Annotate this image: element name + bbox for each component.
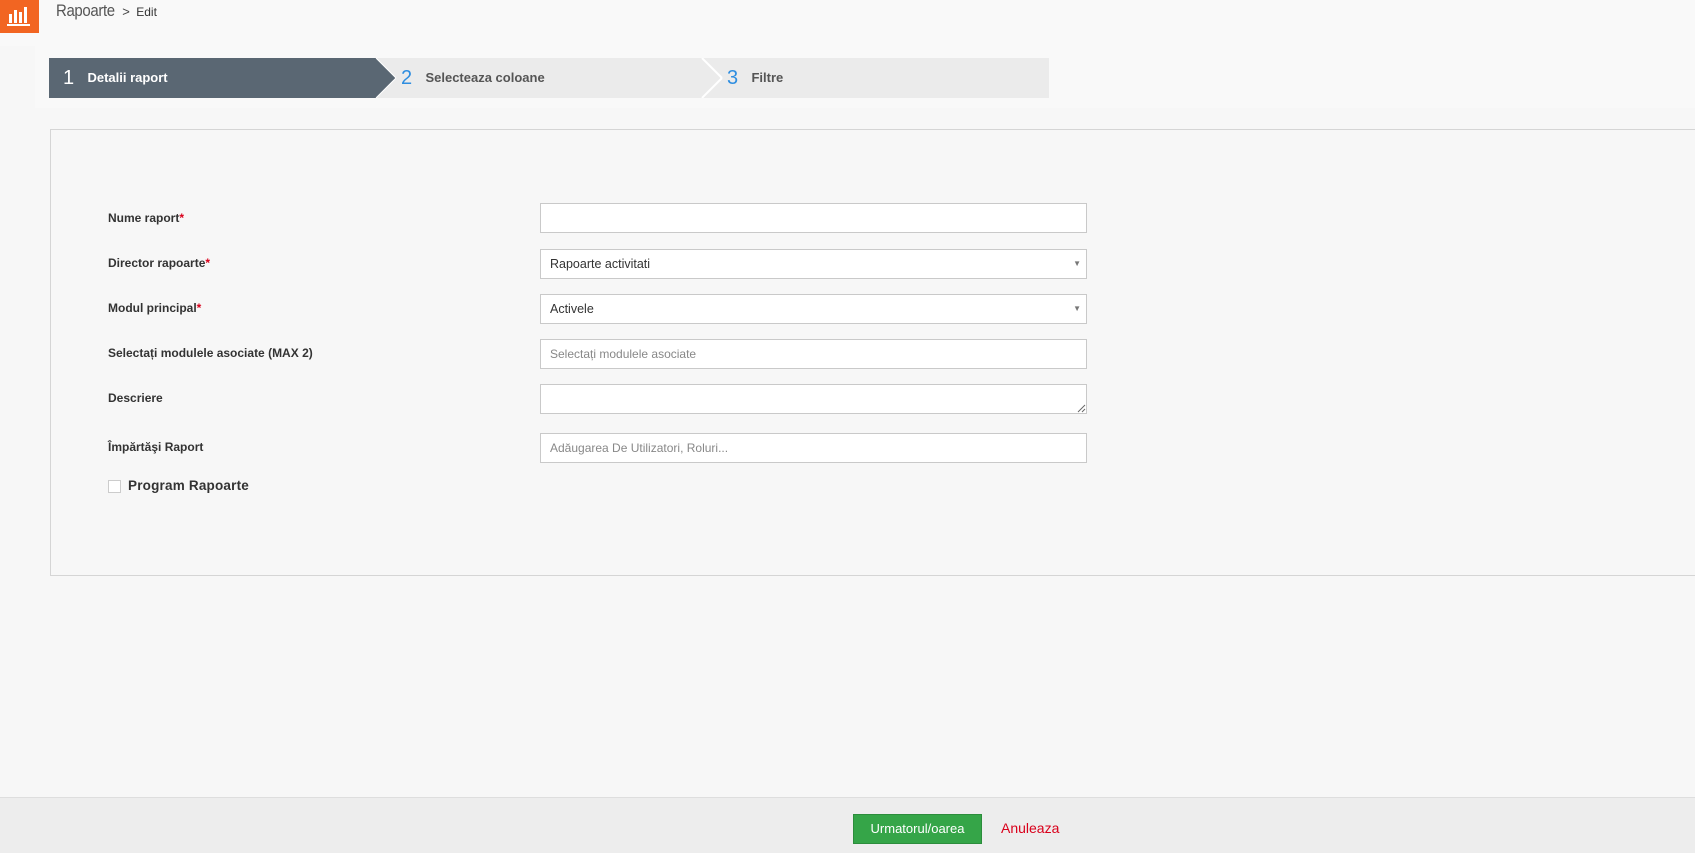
reports-app-button[interactable] (0, 0, 39, 33)
description-textarea[interactable] (540, 384, 1087, 414)
dropdown-arrow-icon: ▼ (1073, 259, 1081, 268)
step-label: Selecteaza coloane (425, 70, 545, 85)
report-details-panel: Nume raport* Director rapoarte* Rapoarte… (50, 129, 1695, 576)
step-number: 3 (727, 67, 739, 89)
primary-module-label: Modul principal* (108, 301, 201, 315)
step-filters[interactable]: 3 Filtre (727, 58, 783, 98)
description-wrapper (540, 384, 1087, 414)
primary-module-value: Activele (550, 302, 594, 316)
required-marker: * (196, 301, 202, 315)
breadcrumb-current: Edit (136, 5, 157, 19)
report-name-label-text: Nume raport (108, 211, 180, 225)
breadcrumb-module-link[interactable]: Rapoarte (56, 0, 115, 22)
primary-module-label-text: Modul principal (108, 301, 197, 315)
cancel-link[interactable]: Anuleaza (1001, 814, 1059, 844)
wizard-steps-background (49, 58, 1049, 98)
report-folder-label-text: Director rapoarte (108, 256, 206, 270)
report-name-input[interactable] (540, 203, 1087, 233)
description-label: Descriere (108, 391, 163, 405)
share-report-label: Împărtăşi Raport (108, 440, 204, 454)
dropdown-arrow-icon: ▼ (1073, 304, 1081, 313)
required-marker: * (179, 211, 185, 225)
form-footer: Urmatorul/oarea Anuleaza (0, 797, 1695, 853)
report-folder-label: Director rapoarte* (108, 256, 210, 270)
report-name-label: Nume raport* (108, 211, 184, 225)
resize-grip-icon[interactable] (1077, 404, 1086, 413)
wizard-steps: 1 Detalii raport 2 Selecteaza coloane 3 … (35, 46, 1695, 108)
share-report-input[interactable] (540, 433, 1087, 463)
schedule-reports-label[interactable]: Program Rapoarte (128, 478, 249, 493)
step-label: Detalii raport (87, 70, 168, 85)
report-folder-value: Rapoarte activitati (550, 257, 651, 271)
step-select-columns[interactable]: 2 Selecteaza coloane (401, 58, 545, 98)
step-number: 1 (63, 67, 75, 89)
bar-chart-icon (7, 7, 30, 26)
breadcrumb-separator: > (122, 4, 130, 19)
primary-module-select[interactable]: Activele ▼ (540, 294, 1087, 324)
schedule-reports-checkbox[interactable] (108, 480, 121, 493)
related-modules-label: Selectați modulele asociate (MAX 2) (108, 346, 313, 360)
related-modules-input[interactable] (540, 339, 1087, 369)
breadcrumb: Rapoarte > Edit (56, 0, 157, 22)
required-marker: * (205, 256, 211, 270)
step-label: Filtre (751, 70, 784, 85)
top-header: Rapoarte > Edit (0, 0, 1695, 46)
next-button[interactable]: Urmatorul/oarea (853, 814, 982, 844)
report-folder-select[interactable]: Rapoarte activitati ▼ (540, 249, 1087, 279)
step-number: 2 (401, 67, 413, 89)
step-details[interactable]: 1 Detalii raport (63, 58, 168, 98)
